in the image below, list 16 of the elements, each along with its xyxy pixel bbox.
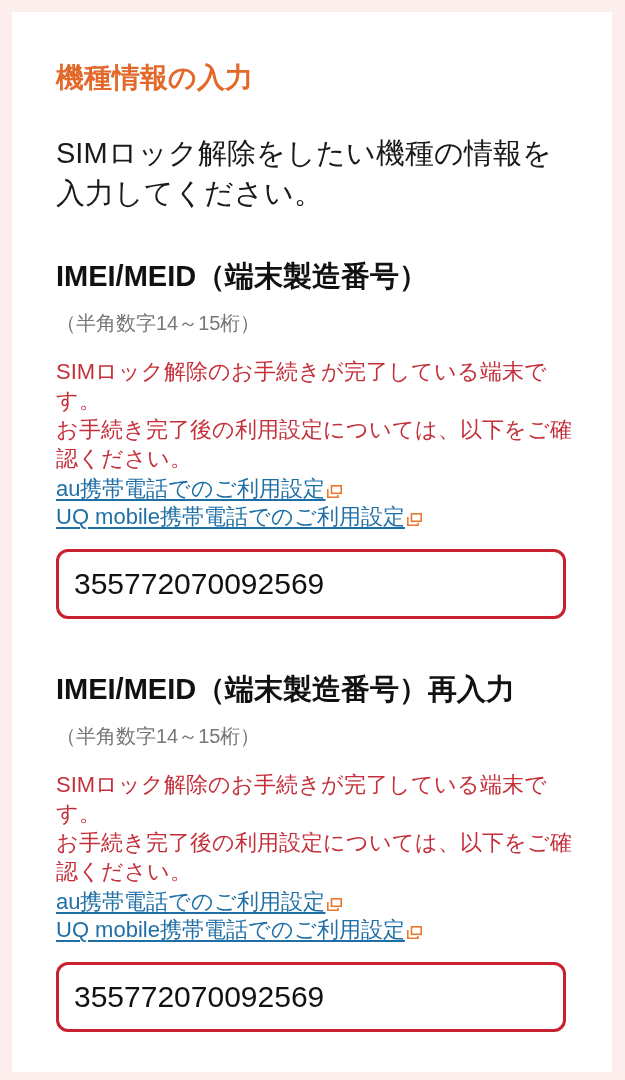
- settings-link[interactable]: UQ mobile携帯電話でのご利用設定: [56, 916, 405, 944]
- settings-link[interactable]: UQ mobile携帯電話でのご利用設定: [56, 503, 405, 531]
- imei-input[interactable]: 355772070092569: [56, 962, 566, 1032]
- field-label: IMEI/MEID（端末製造番号）: [56, 259, 430, 294]
- error-message: お手続き完了後の利用設定については、以下をご確認ください。: [56, 416, 573, 473]
- error-message: SIMロック解除のお手続きが完了している端末です。: [56, 771, 549, 828]
- imei-input[interactable]: 355772070092569: [56, 549, 566, 619]
- field-hint: （半角数字14～15桁）: [56, 311, 262, 336]
- settings-link[interactable]: au携帯電話でのご利用設定: [56, 475, 326, 503]
- error-message: SIMロック解除のお手続きが完了している端末です。: [56, 358, 549, 415]
- field-label: IMEI/MEID（端末製造番号）再入力: [56, 672, 517, 707]
- section-title: 機種情報の入力: [56, 61, 254, 95]
- settings-link[interactable]: au携帯電話でのご利用設定: [56, 888, 326, 916]
- intro-text: SIMロック解除をしたい機種の情報を入力してください。: [56, 136, 553, 211]
- error-message: お手続き完了後の利用設定については、以下をご確認ください。: [56, 829, 573, 886]
- field-hint: （半角数字14～15桁）: [56, 724, 262, 749]
